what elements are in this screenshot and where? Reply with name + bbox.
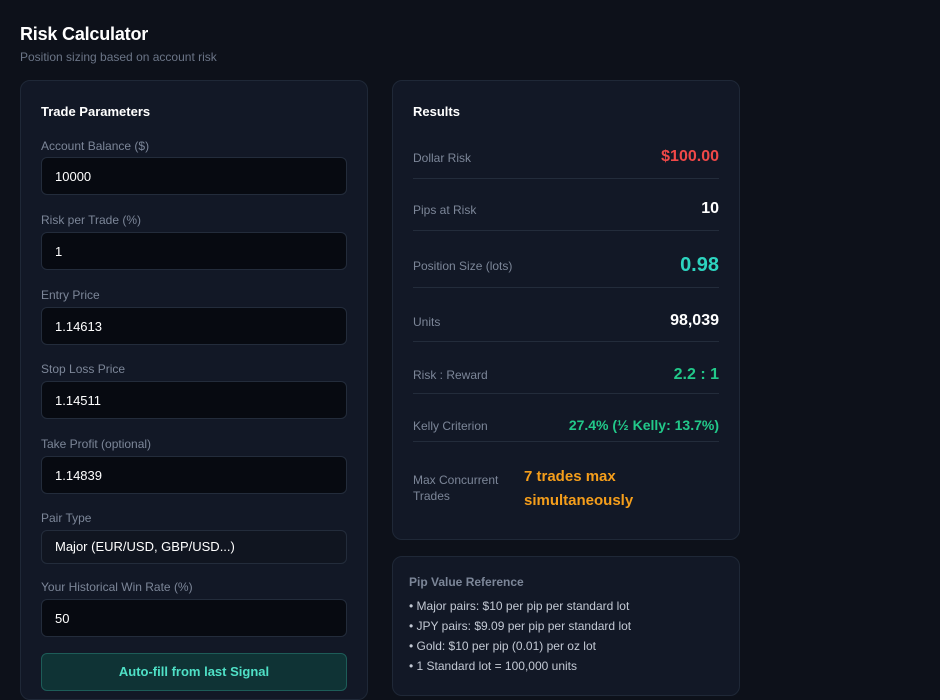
entry-price-label: Entry Price <box>41 288 100 302</box>
pips-at-risk-row: Pips at Risk 10 <box>413 179 719 231</box>
kelly-value: 27.4% (½ Kelly: 13.7%) <box>568 417 719 433</box>
autofill-signal-button[interactable]: Auto-fill from last Signal <box>41 653 347 691</box>
take-profit-input[interactable] <box>41 456 347 494</box>
trade-parameters-title: Trade Parameters <box>41 104 151 119</box>
stop-loss-input[interactable] <box>41 381 347 419</box>
max-concurrent-value: 7 trades max simultaneously <box>524 468 634 509</box>
risk-per-trade-input[interactable] <box>41 232 347 270</box>
entry-price-input[interactable] <box>41 307 347 345</box>
risk-reward-label: Risk : Reward <box>413 368 488 382</box>
take-profit-label: Take Profit (optional) <box>41 437 152 451</box>
units-value: 98,039 <box>670 312 719 329</box>
page-title: Risk Calculator <box>20 24 149 44</box>
page-subtitle: Position sizing based on account risk <box>20 50 217 64</box>
pair-type-label: Pair Type <box>41 511 92 525</box>
max-concurrent-row: Max Concurrent Trades 7 trades max simul… <box>413 442 719 522</box>
dollar-risk-label: Dollar Risk <box>413 151 472 165</box>
units-row: Units 98,039 <box>413 288 719 342</box>
risk-per-trade-label: Risk per Trade (%) <box>41 213 142 227</box>
pip-value-reference-card: Pip Value Reference • Major pairs: $10 p… <box>392 556 740 696</box>
trade-parameters-card: Trade Parameters Account Balance ($) Ris… <box>20 80 368 700</box>
kelly-row: Kelly Criterion 27.4% (½ Kelly: 13.7%) <box>413 394 719 442</box>
reference-line-lot: • 1 Standard lot = 100,000 units <box>409 659 577 673</box>
kelly-label: Kelly Criterion <box>413 419 488 433</box>
position-size-label: Position Size (lots) <box>413 259 513 273</box>
win-rate-input[interactable] <box>41 599 347 637</box>
position-size-value: 0.98 <box>680 254 719 276</box>
pips-at-risk-label: Pips at Risk <box>413 203 477 217</box>
account-balance-input[interactable] <box>41 157 347 195</box>
risk-reward-row: Risk : Reward 2.2 : 1 <box>413 342 719 394</box>
position-size-row: Position Size (lots) 0.98 <box>413 231 719 288</box>
results-card: Results Dollar Risk $100.00 Pips at Risk… <box>392 80 740 540</box>
pips-at-risk-value: 10 <box>701 200 719 217</box>
reference-line-jpy: • JPY pairs: $9.09 per pip per standard … <box>409 619 632 633</box>
win-rate-label: Your Historical Win Rate (%) <box>41 580 193 594</box>
max-concurrent-label: Max Concurrent Trades <box>413 473 499 503</box>
account-balance-label: Account Balance ($) <box>41 139 150 153</box>
units-label: Units <box>413 315 441 329</box>
reference-line-major: • Major pairs: $10 per pip per standard … <box>409 599 630 613</box>
reference-line-gold: • Gold: $10 per pip (0.01) per oz lot <box>409 639 596 653</box>
stop-loss-label: Stop Loss Price <box>41 362 126 376</box>
dollar-risk-value: $100.00 <box>661 148 719 165</box>
dollar-risk-row: Dollar Risk $100.00 <box>413 137 719 179</box>
pip-value-reference-title: Pip Value Reference <box>409 575 524 589</box>
results-title: Results <box>413 104 460 119</box>
risk-reward-value: 2.2 : 1 <box>673 366 719 383</box>
pair-type-select[interactable]: Major (EUR/USD, GBP/USD...) <box>41 530 347 564</box>
